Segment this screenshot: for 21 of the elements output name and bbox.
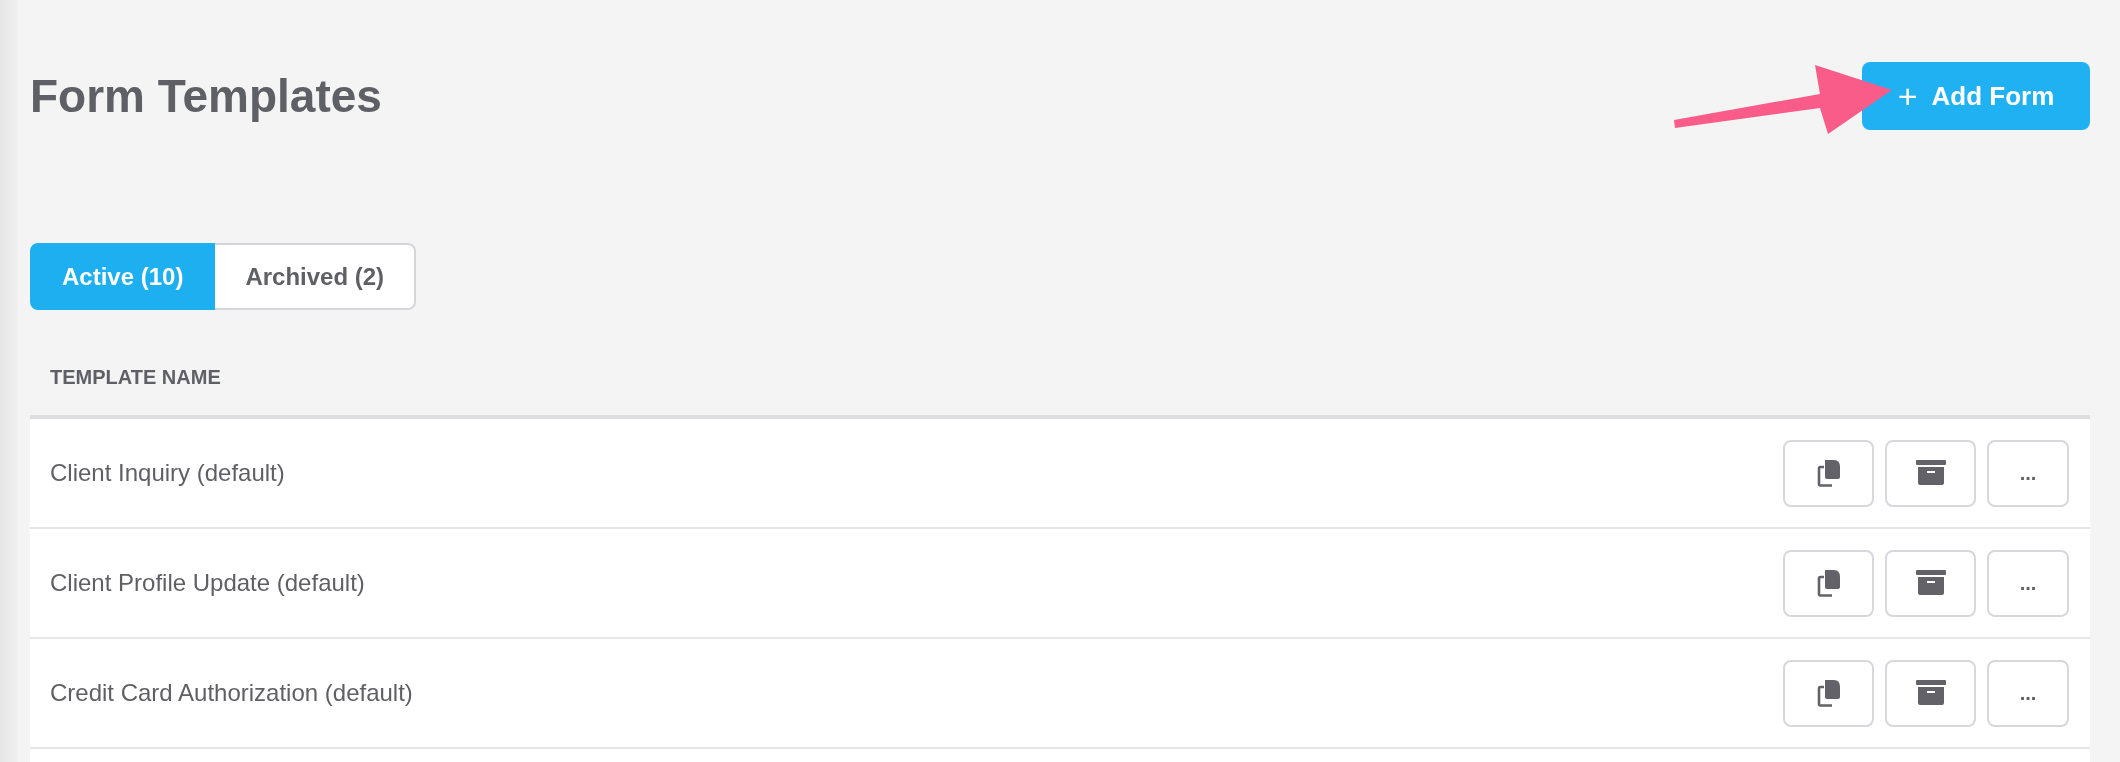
copy-icon bbox=[1816, 679, 1841, 707]
more-button[interactable]: ... bbox=[1987, 439, 2069, 507]
table-cell: Credit Card Authorization (default) bbox=[50, 679, 413, 707]
more-button[interactable]: ... bbox=[1987, 659, 2069, 727]
page-title: Form Templates bbox=[30, 69, 382, 123]
copy-button[interactable] bbox=[1783, 659, 1874, 727]
archive-icon bbox=[1915, 570, 1946, 596]
table-cell: Client Inquiry (default) bbox=[50, 459, 285, 487]
more-button[interactable]: ... bbox=[1987, 549, 2069, 617]
copy-icon bbox=[1816, 569, 1841, 597]
copy-button[interactable] bbox=[1783, 549, 1874, 617]
archive-icon bbox=[1915, 680, 1946, 706]
archive-button[interactable] bbox=[1885, 439, 1976, 507]
table-cell: Client Profile Update (default) bbox=[50, 569, 365, 597]
copy-button[interactable] bbox=[1783, 439, 1874, 507]
archive-button[interactable] bbox=[1885, 659, 1976, 727]
archive-button[interactable] bbox=[1885, 549, 1976, 617]
copy-icon bbox=[1816, 459, 1841, 487]
column-header: TEMPLATE NAME bbox=[50, 366, 221, 389]
tab[interactable]: Archived (2) bbox=[215, 243, 417, 310]
archive-icon bbox=[1915, 460, 1946, 486]
